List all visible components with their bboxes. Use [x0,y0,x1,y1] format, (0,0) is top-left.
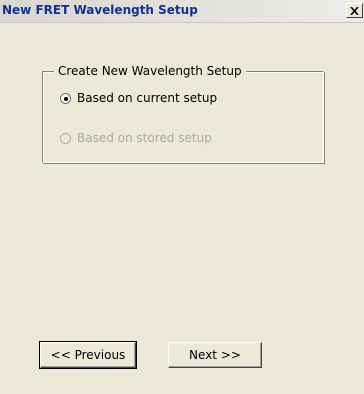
radio-button-disabled[interactable] [60,132,71,144]
title-bar: New FRET Wavelength Setup [0,0,364,23]
groupbox-legend: Create New Wavelength Setup [54,64,246,78]
window-title: New FRET Wavelength Setup [2,3,198,17]
wavelength-setup-groupbox [42,71,324,163]
close-button[interactable] [346,3,363,18]
radio-label-stored: Based on stored setup [77,131,212,145]
next-button[interactable]: Next >> [168,342,262,368]
previous-button[interactable]: << Previous [39,341,137,369]
radio-label-current: Based on current setup [77,91,218,105]
close-icon [350,6,359,15]
radio-based-on-stored-setup[interactable]: Based on stored setup [60,131,212,145]
radio-selected-dot [64,96,68,101]
radio-based-on-current-setup[interactable]: Based on current setup [60,91,217,105]
radio-button[interactable] [60,92,71,104]
